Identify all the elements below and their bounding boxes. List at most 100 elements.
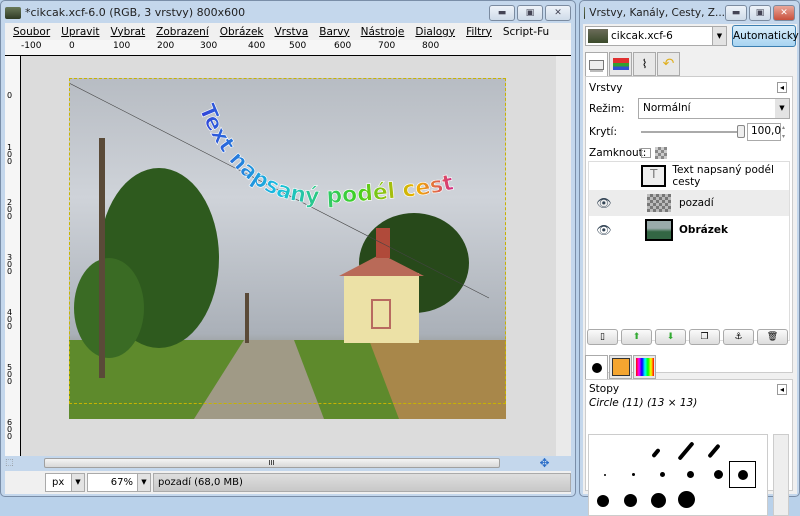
mode-select[interactable]: Normální ▼ xyxy=(638,98,790,119)
brush-item[interactable] xyxy=(677,441,695,461)
ruler-label: 800 xyxy=(422,41,440,51)
text-layer-thumbnail: T xyxy=(641,165,667,187)
ruler-label: 100 xyxy=(113,41,131,51)
layers-dock-window: Vrstvy, Kanály, Cesty, Z... ▬ ▣ ✕ cikcak… xyxy=(579,0,800,516)
menu-barvy[interactable]: Barvy xyxy=(319,26,349,38)
menu-upravit[interactable]: Upravit xyxy=(61,26,99,38)
unit-value: px xyxy=(52,477,65,488)
brush-item[interactable] xyxy=(687,471,694,478)
panel-menu-icon[interactable]: ◂ xyxy=(776,82,787,93)
layer-name: Obrázek xyxy=(679,224,728,236)
layer-row[interactable]: T Text napsaný podél cesty xyxy=(589,163,789,189)
brush-item[interactable] xyxy=(632,473,635,476)
lock-pixels-checkbox[interactable] xyxy=(641,148,651,158)
panel-menu-icon[interactable]: ◂ xyxy=(776,384,787,395)
opacity-slider[interactable] xyxy=(641,125,745,138)
maximize-button[interactable]: ▣ xyxy=(749,4,771,21)
menu-zobrazeni[interactable]: Zobrazení xyxy=(156,26,209,38)
menu-vrstva[interactable]: Vrstva xyxy=(274,26,308,38)
ruler-label: 400 xyxy=(7,308,13,331)
ruler-label: 500 xyxy=(289,41,307,51)
opacity-label: Krytí: xyxy=(589,126,617,138)
tab-paths[interactable]: ⌇ xyxy=(633,52,656,76)
menu-filtry[interactable]: Filtry xyxy=(466,26,492,38)
gradient-icon xyxy=(635,358,654,376)
horizontal-scrollbar[interactable]: III xyxy=(43,458,500,468)
brush-icon xyxy=(591,363,602,373)
vertical-scrollbar[interactable] xyxy=(556,56,571,456)
brush-item[interactable] xyxy=(707,443,721,459)
maximize-button[interactable]: ▣ xyxy=(517,4,543,21)
brush-item[interactable] xyxy=(624,494,637,507)
gimp-icon xyxy=(5,6,21,19)
pattern-icon xyxy=(611,358,630,376)
layer-row[interactable]: 👁 pozadí xyxy=(589,190,789,216)
layer-thumbnail xyxy=(645,219,673,241)
brush-item[interactable] xyxy=(604,474,606,476)
minimize-button[interactable]: ▬ xyxy=(725,4,747,21)
lock-label: Zamknout: xyxy=(589,147,647,159)
eye-icon[interactable]: 👁 xyxy=(589,223,619,237)
auto-button[interactable]: Automaticky xyxy=(732,25,799,47)
dock-title: Vrstvy, Kanály, Cesty, Z... xyxy=(589,6,725,19)
close-button[interactable]: ✕ xyxy=(773,4,795,21)
opacity-spinner[interactable]: ▴ ▾ xyxy=(782,123,785,141)
current-brush: Circle (11) (13 × 13) xyxy=(589,397,698,409)
menu-nastroje[interactable]: Nástroje xyxy=(361,26,405,38)
delete-layer-button[interactable]: 🗑 xyxy=(757,329,788,345)
navigate-icon[interactable]: ✥ xyxy=(540,456,550,470)
ruler-label: 100 xyxy=(7,143,13,166)
title-bar: *cikcak.xcf-6.0 (RGB, 3 vrstvy) 800x600 … xyxy=(1,1,575,24)
raise-layer-button[interactable]: ⬆ xyxy=(621,329,652,345)
quick-mask-icon[interactable]: ⬚ xyxy=(5,458,14,468)
menu-vybrat[interactable]: Vybrat xyxy=(111,26,146,38)
horizontal-ruler[interactable]: -100 0 100 200 300 400 500 600 700 800 xyxy=(5,40,571,56)
dock-title-bar: Vrstvy, Kanály, Cesty, Z... ▬ ▣ ✕ xyxy=(580,1,799,24)
eye-icon[interactable]: 👁 xyxy=(589,196,619,210)
close-button[interactable]: ✕ xyxy=(545,4,571,21)
vertical-ruler[interactable]: 0 100 200 300 400 500 600 xyxy=(5,56,21,456)
layer-row[interactable]: 👁 Obrázek xyxy=(589,217,789,243)
ruler-label: 0 xyxy=(7,91,13,100)
panel-title: Vrstvy xyxy=(589,82,623,94)
panel-title: Stopy xyxy=(589,383,620,395)
unit-select[interactable]: px ▼ xyxy=(45,473,85,492)
lock-alpha-icon[interactable] xyxy=(655,147,667,159)
layer-name: pozadí xyxy=(679,197,714,209)
new-layer-button[interactable]: ▯ xyxy=(587,329,618,345)
tab-gradients[interactable] xyxy=(633,355,656,379)
tab-brushes[interactable] xyxy=(585,355,608,380)
brush-item[interactable] xyxy=(714,470,723,479)
canvas-area[interactable]: Text napsaný podél cesty xyxy=(21,56,556,456)
slider-handle[interactable] xyxy=(737,125,745,138)
brush-grid[interactable] xyxy=(588,434,768,516)
image-select-value: cikcak.xcf-6 xyxy=(611,30,673,42)
tab-patterns[interactable] xyxy=(609,355,632,379)
zoom-select[interactable]: 67% ▼ xyxy=(87,473,151,492)
tab-undo[interactable]: ↶ xyxy=(657,52,680,76)
layer-boundary xyxy=(69,78,506,404)
duplicate-layer-button[interactable]: ❐ xyxy=(689,329,720,345)
menu-obrazek[interactable]: Obrázek xyxy=(220,26,264,38)
menu-script-fu[interactable]: Script-Fu xyxy=(503,26,549,38)
channels-icon xyxy=(612,58,629,70)
selected-brush[interactable] xyxy=(729,461,756,488)
minimize-button[interactable]: ▬ xyxy=(489,4,515,21)
tab-layers[interactable] xyxy=(585,52,608,77)
brush-item[interactable] xyxy=(651,493,666,508)
brush-item[interactable] xyxy=(651,447,661,459)
menu-dialogy[interactable]: Dialogy xyxy=(415,26,455,38)
lower-layer-button[interactable]: ⬇ xyxy=(655,329,686,345)
mode-label: Režim: xyxy=(589,103,625,115)
brush-scrollbar[interactable] xyxy=(773,434,789,516)
menu-soubor[interactable]: Soubor xyxy=(13,26,50,38)
anchor-layer-button[interactable]: ⚓ xyxy=(723,329,754,345)
tab-channels[interactable] xyxy=(609,52,632,76)
opacity-input[interactable]: 100,0 xyxy=(747,123,781,141)
image-select[interactable]: cikcak.xcf-6 ▼ xyxy=(585,26,727,46)
chevron-down-icon: ▼ xyxy=(775,99,789,118)
gimp-icon xyxy=(584,6,586,19)
brush-item[interactable] xyxy=(678,491,695,508)
brush-item[interactable] xyxy=(660,472,665,477)
chevron-down-icon: ▼ xyxy=(712,27,726,45)
